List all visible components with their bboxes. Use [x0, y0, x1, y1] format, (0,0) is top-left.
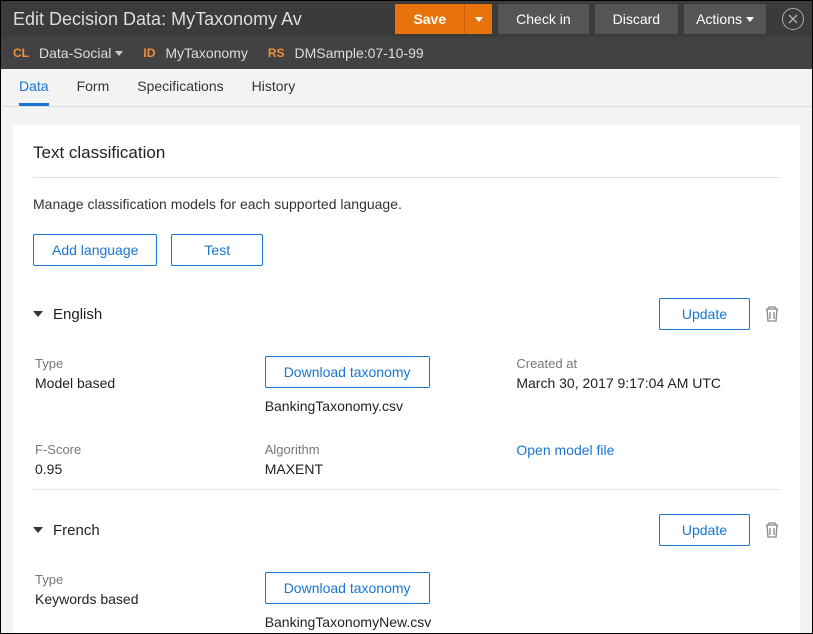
type-field: Type Keywords based: [35, 572, 255, 630]
type-value: Keywords based: [35, 591, 255, 607]
language-header: French Update: [33, 508, 780, 556]
language-body: Type Model based Download taxonomy Banki…: [33, 340, 780, 485]
rs-value: DMSample:07-10-99: [295, 45, 424, 61]
text-classification-panel: Text classification Manage classificatio…: [13, 125, 800, 633]
panel-description: Manage classification models for each su…: [33, 178, 780, 234]
language-toggle[interactable]: English: [33, 306, 102, 323]
created-value: March 30, 2017 9:17:04 AM UTC: [516, 375, 780, 391]
fscore-value: 0.95: [35, 461, 255, 477]
fscore-label: F-Score: [35, 442, 255, 457]
type-label: Type: [35, 356, 255, 371]
taxonomy-filename: BankingTaxonomyNew.csv: [265, 614, 432, 630]
open-model-cell: Open model file: [516, 442, 780, 477]
download-taxonomy-button[interactable]: Download taxonomy: [265, 572, 430, 604]
tab-data[interactable]: Data: [19, 69, 49, 106]
save-dropdown-button[interactable]: [464, 4, 492, 34]
chevron-down-icon: [746, 17, 754, 22]
actions-label: Actions: [696, 11, 742, 27]
tab-history[interactable]: History: [252, 69, 296, 106]
language-actions: Update: [659, 514, 780, 546]
open-model-link[interactable]: Open model file: [516, 442, 614, 458]
collapse-icon: [33, 311, 43, 317]
content-area: Text classification Manage classificatio…: [1, 107, 812, 633]
window-title: Edit Decision Data: MyTaxonomy Av: [9, 9, 309, 30]
tab-form[interactable]: Form: [77, 69, 110, 106]
taxonomy-cell: Download taxonomy BankingTaxonomyNew.csv: [265, 572, 507, 630]
class-value: Data-Social: [39, 45, 111, 61]
tab-bar: Data Form Specifications History: [1, 69, 812, 107]
language-toggle[interactable]: French: [33, 522, 100, 539]
id-tag: ID: [143, 46, 155, 60]
type-label: Type: [35, 572, 255, 587]
algorithm-field: Algorithm MAXENT: [265, 442, 507, 477]
close-icon: [788, 14, 798, 24]
language-body: Type Keywords based Download taxonomy Ba…: [33, 556, 780, 633]
panel-button-row: Add language Test: [33, 234, 780, 266]
rs-tag: RS: [268, 46, 285, 60]
panel-title: Text classification: [33, 133, 780, 178]
header-actions: Save Check in Discard Actions: [395, 4, 804, 34]
download-taxonomy-button[interactable]: Download taxonomy: [265, 356, 430, 388]
test-button[interactable]: Test: [171, 234, 263, 266]
taxonomy-filename: BankingTaxonomy.csv: [265, 398, 403, 414]
fscore-field: F-Score 0.95: [35, 442, 255, 477]
created-field: Created at March 30, 2017 9:17:04 AM UTC: [516, 356, 780, 414]
header-bar: Edit Decision Data: MyTaxonomy Av Save C…: [1, 1, 812, 37]
type-field: Type Model based: [35, 356, 255, 414]
empty-cell: [516, 572, 780, 630]
tab-specifications[interactable]: Specifications: [137, 69, 223, 106]
collapse-icon: [33, 527, 43, 533]
type-value: Model based: [35, 375, 255, 391]
chevron-down-icon: [115, 51, 123, 56]
language-header: English Update: [33, 292, 780, 340]
update-button[interactable]: Update: [659, 298, 750, 330]
algorithm-label: Algorithm: [265, 442, 507, 457]
id-value: MyTaxonomy: [165, 45, 247, 61]
language-actions: Update: [659, 298, 780, 330]
delete-icon[interactable]: [764, 305, 780, 323]
save-button[interactable]: Save: [395, 4, 464, 34]
chevron-down-icon: [475, 17, 483, 22]
discard-button[interactable]: Discard: [595, 4, 678, 34]
algorithm-value: MAXENT: [265, 461, 507, 477]
language-section-english: English Update Type Model based Download…: [33, 292, 780, 490]
language-section-french: French Update Type Keywords based Downlo…: [33, 508, 780, 633]
cl-tag: CL: [13, 46, 29, 60]
save-button-group: Save: [395, 4, 492, 34]
taxonomy-cell: Download taxonomy BankingTaxonomy.csv: [265, 356, 507, 414]
add-language-button[interactable]: Add language: [33, 234, 157, 266]
update-button[interactable]: Update: [659, 514, 750, 546]
subheader-bar: CL Data-Social ID MyTaxonomy RS DMSample…: [1, 37, 812, 69]
check-in-button[interactable]: Check in: [498, 4, 588, 34]
delete-icon[interactable]: [764, 521, 780, 539]
close-button[interactable]: [782, 8, 804, 30]
language-name: English: [53, 306, 102, 323]
language-name: French: [53, 522, 100, 539]
actions-button[interactable]: Actions: [684, 4, 766, 34]
class-dropdown[interactable]: Data-Social: [39, 45, 123, 61]
created-label: Created at: [516, 356, 780, 371]
